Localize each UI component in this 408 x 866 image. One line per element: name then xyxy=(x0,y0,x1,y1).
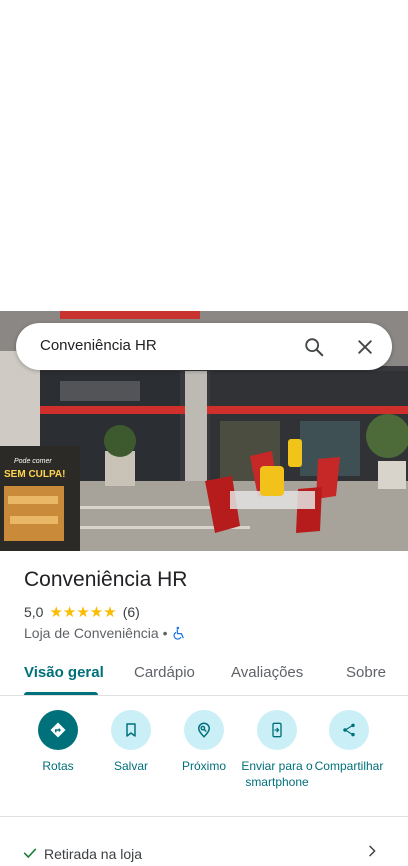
tab-menu[interactable]: Cardápio xyxy=(134,664,195,681)
send-to-phone-icon xyxy=(257,710,297,750)
rating-value: 5,0 xyxy=(24,604,44,620)
save-button[interactable]: Salvar xyxy=(91,708,171,774)
send-to-phone-label: Enviar para o smartphone xyxy=(241,759,313,789)
bookmark-icon xyxy=(111,710,151,750)
directions-label: Rotas xyxy=(42,759,74,773)
rating-row[interactable]: 5,0 ★★★★★ (6) xyxy=(24,603,140,621)
search-icon[interactable] xyxy=(298,331,330,363)
sign-line1-text: Pode comer xyxy=(14,458,52,465)
map-area-blank xyxy=(0,0,408,311)
send-to-phone-button[interactable]: Enviar para o smartphone xyxy=(237,708,317,790)
close-icon[interactable] xyxy=(349,331,381,363)
active-tab-indicator xyxy=(24,692,98,695)
tab-reviews[interactable]: Avaliações xyxy=(231,664,303,681)
action-bar: Rotas Salvar Próximo Enviar para o smart… xyxy=(0,708,408,808)
search-query[interactable]: Conveniência HR xyxy=(40,337,157,354)
share-button[interactable]: Compartilhar xyxy=(309,708,389,774)
nearby-icon xyxy=(184,710,224,750)
tab-bar: Visão geral Cardápio Avaliações Sobre xyxy=(0,650,408,696)
place-category: Loja de Conveniência xyxy=(24,625,159,641)
wheelchair-icon xyxy=(172,626,186,640)
check-icon xyxy=(22,845,38,866)
place-title: Conveniência HR xyxy=(24,568,188,591)
review-count: (6) xyxy=(122,604,140,620)
tab-about[interactable]: Sobre xyxy=(346,664,386,681)
amenity-row[interactable]: Retirada na loja xyxy=(0,836,408,862)
search-bar[interactable]: Conveniência HR xyxy=(16,323,392,370)
directions-button[interactable]: Rotas xyxy=(18,708,98,774)
category-row: Loja de Conveniência • xyxy=(24,625,186,641)
directions-icon xyxy=(38,710,78,750)
category-separator: • xyxy=(162,625,168,641)
share-label: Compartilhar xyxy=(314,759,384,773)
section-divider xyxy=(0,816,408,817)
tab-overview[interactable]: Visão geral xyxy=(24,664,104,681)
save-label: Salvar xyxy=(113,759,148,773)
chevron-right-icon[interactable] xyxy=(364,843,380,864)
nearby-button[interactable]: Próximo xyxy=(164,708,244,774)
sign-line2-text: SEM CULPA! xyxy=(4,469,65,480)
amenity-label: Retirada na loja xyxy=(44,846,143,862)
share-icon xyxy=(329,710,369,750)
rating-stars: ★★★★★ xyxy=(49,604,117,621)
nearby-label: Próximo xyxy=(181,759,226,773)
